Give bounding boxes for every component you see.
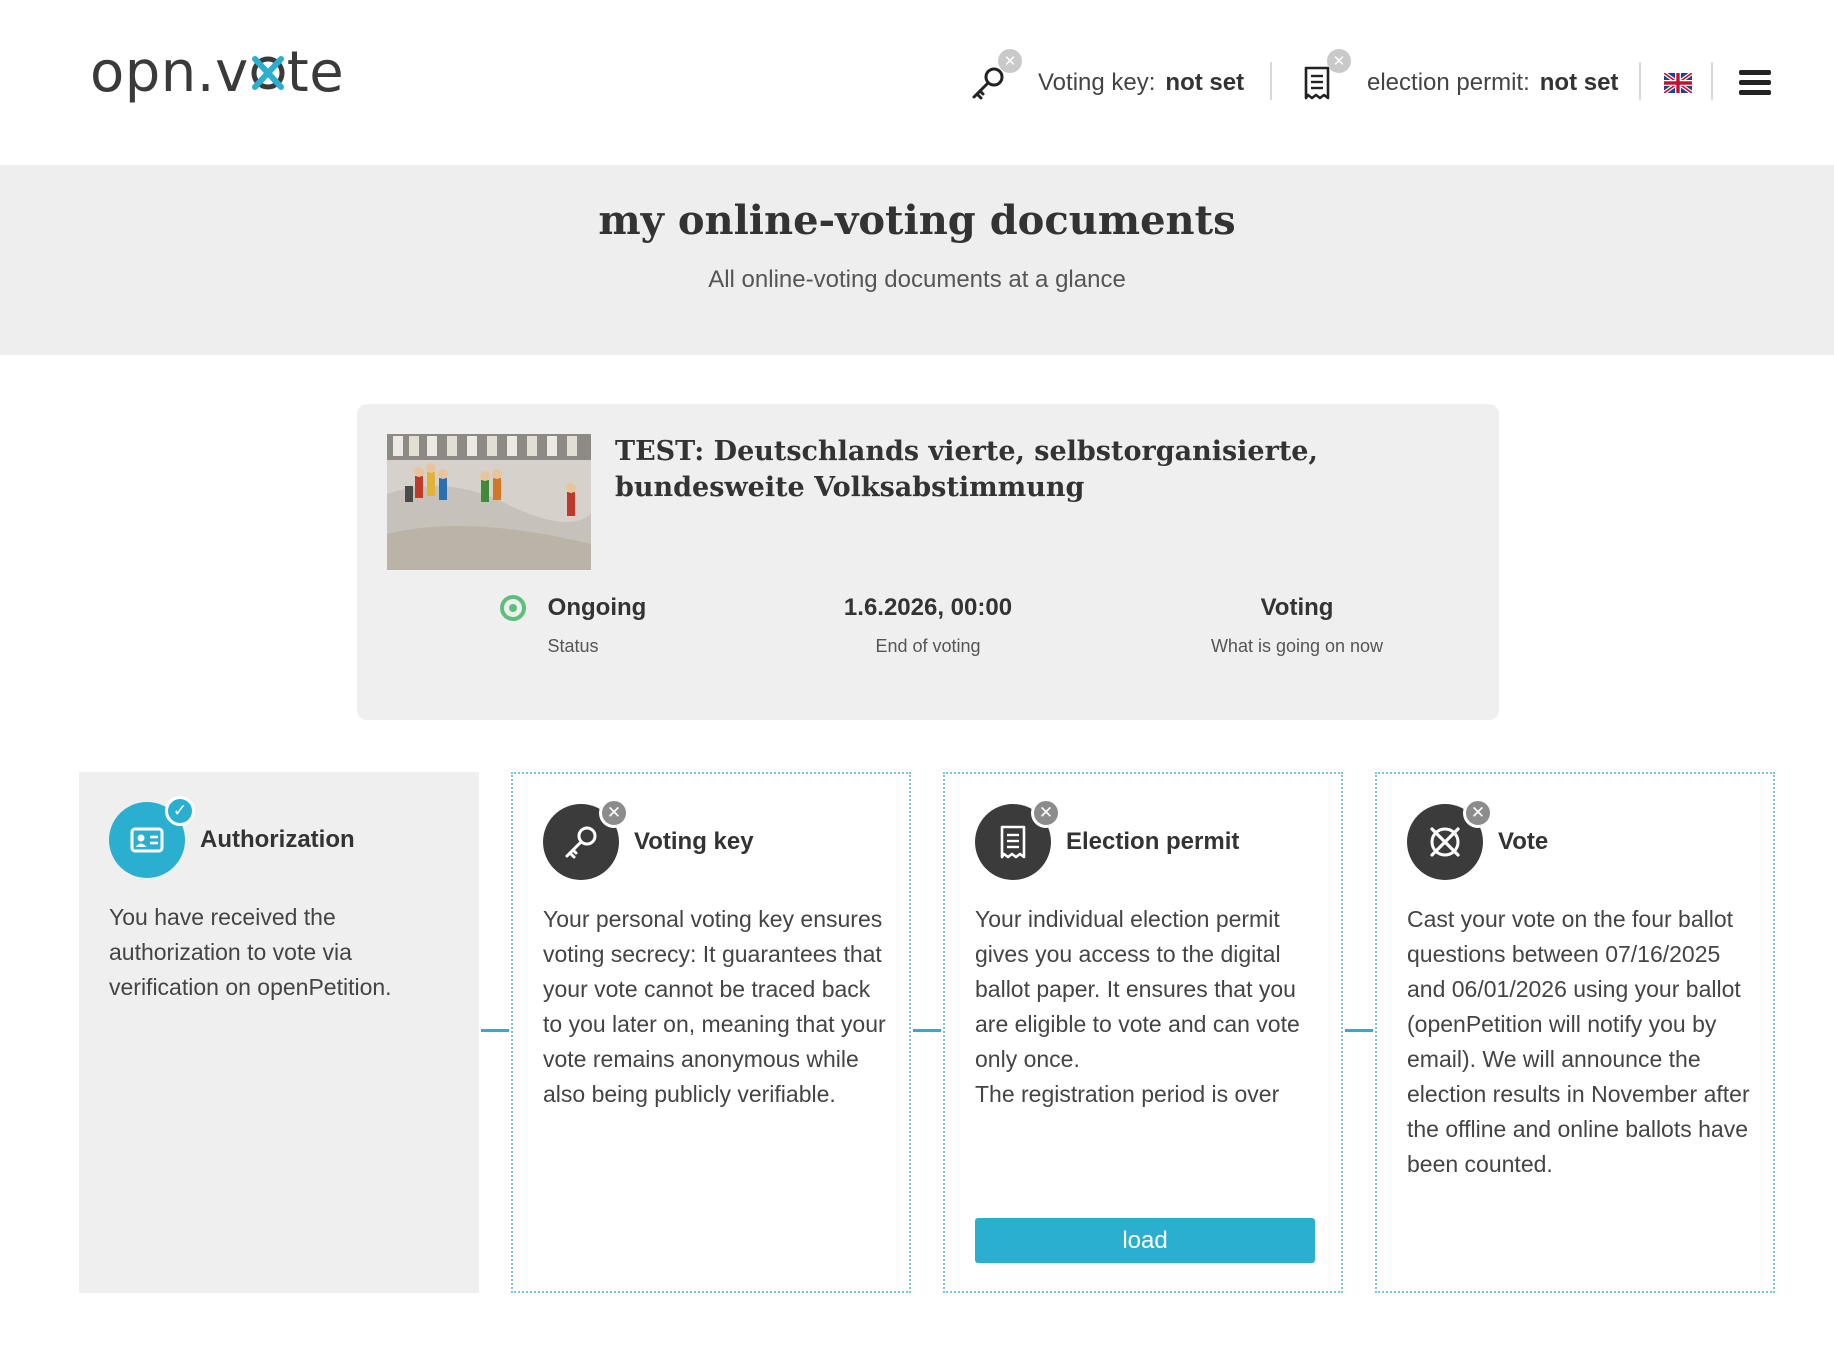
close-icon: ✕ — [1463, 798, 1493, 828]
phase-value: Voting — [1260, 594, 1334, 621]
step-voting-key: ✕ Voting key Your personal voting key en… — [511, 772, 911, 1293]
step-title: Vote — [1498, 828, 1549, 855]
close-icon: ✕ — [599, 798, 629, 828]
petition-thumbnail-image — [387, 434, 591, 570]
status-label: Status — [547, 636, 599, 656]
step-connector — [481, 1029, 509, 1032]
step-connector — [913, 1029, 941, 1032]
step-description: Your personal voting key ensures voting … — [543, 906, 886, 1107]
step-description: Your individual election permit gives yo… — [975, 902, 1325, 1112]
check-icon: ✓ — [165, 796, 195, 826]
header-divider — [1639, 62, 1641, 100]
logo-text-suffix: te — [286, 40, 345, 105]
step-title: Voting key — [634, 828, 754, 855]
step-description-main: Your individual election permit gives yo… — [975, 906, 1300, 1072]
end-of-voting-label: End of voting — [875, 636, 981, 656]
status-value: Ongoing — [547, 594, 647, 621]
not-set-x-icon: ✕ — [998, 49, 1022, 73]
status-ongoing-icon — [499, 595, 526, 621]
load-button[interactable]: load — [975, 1218, 1315, 1263]
step-description: Cast your vote on the four ballot questi… — [1407, 906, 1750, 1177]
status-stat: Ongoing Status — [413, 594, 733, 657]
header-divider — [1270, 62, 1272, 100]
voting-key-value: not set — [1165, 69, 1245, 96]
registration-over-note: The registration period is over — [975, 1081, 1280, 1107]
election-permit-label: election permit: — [1367, 69, 1530, 96]
step-title: Election permit — [1066, 828, 1240, 855]
phase-label: What is going on now — [1210, 636, 1384, 656]
opnvote-logo[interactable]: opn.v te — [90, 40, 344, 110]
end-of-voting-stat: 1.6.2026, 00:00 End of voting — [768, 594, 1088, 657]
phase-stat: Voting What is going on now — [1137, 594, 1457, 657]
step-description: You have received the authorization to v… — [109, 904, 392, 1000]
header-divider — [1711, 62, 1713, 100]
key-icon: ✕ — [968, 49, 1022, 103]
step-title: Authorization — [200, 826, 355, 853]
not-set-x-icon: ✕ — [1327, 49, 1351, 73]
voting-key-label: Voting key: — [1038, 69, 1156, 96]
page-title: my online-voting documents — [598, 197, 1236, 244]
logo-x-icon — [250, 49, 286, 93]
page-hero: my online-voting documents All online-vo… — [0, 165, 1834, 355]
step-connector — [1345, 1029, 1373, 1032]
document-icon: ✕ — [1297, 49, 1351, 103]
petition-title[interactable]: TEST: Deutschlands vierte, selbstorganis… — [615, 434, 1455, 506]
petition-card[interactable]: TEST: Deutschlands vierte, selbstorganis… — [357, 404, 1499, 720]
close-icon: ✕ — [1031, 798, 1061, 828]
hamburger-menu-icon[interactable] — [1739, 70, 1771, 96]
uk-flag-icon[interactable] — [1662, 71, 1694, 95]
election-permit-status[interactable]: ✕ election permit: not set — [1297, 49, 1619, 111]
end-of-voting-value: 1.6.2026, 00:00 — [843, 594, 1013, 621]
step-election-permit: ✕ Election permit Your individual electi… — [943, 772, 1343, 1293]
page-subtitle: All online-voting documents at a glance — [708, 266, 1126, 293]
voting-key-status[interactable]: ✕ Voting key: not set — [968, 49, 1245, 111]
election-permit-value: not set — [1539, 69, 1619, 96]
step-vote: ✕ Vote Cast your vote on the four ballot… — [1375, 772, 1775, 1293]
top-header: opn.v te ✕ Voting key: not set ✕ electio… — [0, 0, 1834, 165]
step-authorization: ✓ Authorization You have received the au… — [79, 772, 479, 1293]
logo-text-prefix: opn.v — [90, 40, 249, 105]
